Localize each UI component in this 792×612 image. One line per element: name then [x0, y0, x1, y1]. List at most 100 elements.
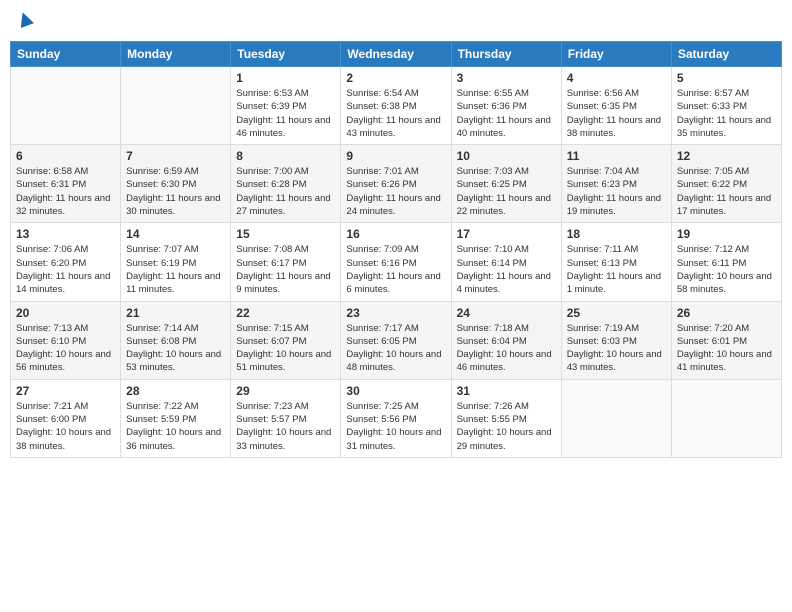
- calendar-cell: 26 Sunrise: 7:20 AM Sunset: 6:01 PM Dayli…: [671, 301, 781, 379]
- calendar-cell: 12 Sunrise: 7:05 AM Sunset: 6:22 PM Dayli…: [671, 145, 781, 223]
- day-number: 26: [677, 306, 776, 320]
- day-number: 25: [567, 306, 666, 320]
- calendar-cell: 8 Sunrise: 7:00 AM Sunset: 6:28 PM Daylig…: [231, 145, 341, 223]
- day-number: 14: [126, 227, 225, 241]
- day-number: 11: [567, 149, 666, 163]
- day-info: Sunrise: 7:11 AM Sunset: 6:13 PM Dayligh…: [567, 243, 666, 296]
- day-info: Sunrise: 7:17 AM Sunset: 6:05 PM Dayligh…: [346, 322, 445, 375]
- day-info: Sunrise: 6:56 AM Sunset: 6:35 PM Dayligh…: [567, 87, 666, 140]
- day-number: 15: [236, 227, 335, 241]
- day-number: 30: [346, 384, 445, 398]
- day-info: Sunrise: 7:10 AM Sunset: 6:14 PM Dayligh…: [457, 243, 556, 296]
- day-number: 16: [346, 227, 445, 241]
- day-number: 1: [236, 71, 335, 85]
- day-number: 28: [126, 384, 225, 398]
- page-header: [10, 10, 782, 33]
- calendar-cell: 15 Sunrise: 7:08 AM Sunset: 6:17 PM Dayli…: [231, 223, 341, 301]
- day-number: 3: [457, 71, 556, 85]
- weekday-header-sunday: Sunday: [11, 42, 121, 67]
- calendar-cell: 18 Sunrise: 7:11 AM Sunset: 6:13 PM Dayli…: [561, 223, 671, 301]
- day-info: Sunrise: 7:03 AM Sunset: 6:25 PM Dayligh…: [457, 165, 556, 218]
- calendar-cell: 22 Sunrise: 7:15 AM Sunset: 6:07 PM Dayli…: [231, 301, 341, 379]
- calendar-cell: 29 Sunrise: 7:23 AM Sunset: 5:57 PM Dayli…: [231, 379, 341, 457]
- calendar-cell: [671, 379, 781, 457]
- calendar-cell: 5 Sunrise: 6:57 AM Sunset: 6:33 PM Daylig…: [671, 67, 781, 145]
- day-number: 5: [677, 71, 776, 85]
- day-number: 6: [16, 149, 115, 163]
- day-info: Sunrise: 7:18 AM Sunset: 6:04 PM Dayligh…: [457, 322, 556, 375]
- day-info: Sunrise: 7:14 AM Sunset: 6:08 PM Dayligh…: [126, 322, 225, 375]
- day-info: Sunrise: 7:01 AM Sunset: 6:26 PM Dayligh…: [346, 165, 445, 218]
- day-number: 20: [16, 306, 115, 320]
- day-number: 4: [567, 71, 666, 85]
- calendar-cell: 7Sunrise: 6:59 AM Sunset: 6:30 PM Daylig…: [121, 145, 231, 223]
- calendar-cell: 20 Sunrise: 7:13 AM Sunset: 6:10 PM Dayli…: [11, 301, 121, 379]
- calendar-cell: 28 Sunrise: 7:22 AM Sunset: 5:59 PM Dayli…: [121, 379, 231, 457]
- day-info: Sunrise: 7:26 AM Sunset: 5:55 PM Dayligh…: [457, 400, 556, 453]
- calendar-cell: 4 Sunrise: 6:56 AM Sunset: 6:35 PM Daylig…: [561, 67, 671, 145]
- day-number: 13: [16, 227, 115, 241]
- weekday-header-wednesday: Wednesday: [341, 42, 451, 67]
- day-number: 17: [457, 227, 556, 241]
- calendar-week-row: 27Sunrise: 7:21 AM Sunset: 6:00 PM Dayli…: [11, 379, 782, 457]
- day-number: 8: [236, 149, 335, 163]
- day-info: Sunrise: 7:15 AM Sunset: 6:07 PM Dayligh…: [236, 322, 335, 375]
- day-info: Sunrise: 6:57 AM Sunset: 6:33 PM Dayligh…: [677, 87, 776, 140]
- calendar-cell: 10 Sunrise: 7:03 AM Sunset: 6:25 PM Dayli…: [451, 145, 561, 223]
- calendar-cell: 3 Sunrise: 6:55 AM Sunset: 6:36 PM Daylig…: [451, 67, 561, 145]
- day-number: 21: [126, 306, 225, 320]
- weekday-header-saturday: Saturday: [671, 42, 781, 67]
- logo: [14, 10, 34, 33]
- calendar-cell: 14 Sunrise: 7:07 AM Sunset: 6:19 PM Dayli…: [121, 223, 231, 301]
- day-info: Sunrise: 7:13 AM Sunset: 6:10 PM Dayligh…: [16, 322, 115, 375]
- day-number: 9: [346, 149, 445, 163]
- day-info: Sunrise: 7:23 AM Sunset: 5:57 PM Dayligh…: [236, 400, 335, 453]
- calendar-table: SundayMondayTuesdayWednesdayThursdayFrid…: [10, 41, 782, 458]
- day-info: Sunrise: 7:05 AM Sunset: 6:22 PM Dayligh…: [677, 165, 776, 218]
- weekday-header-friday: Friday: [561, 42, 671, 67]
- day-info: Sunrise: 7:12 AM Sunset: 6:11 PM Dayligh…: [677, 243, 776, 296]
- day-info: Sunrise: 7:07 AM Sunset: 6:19 PM Dayligh…: [126, 243, 225, 296]
- calendar-cell: 25 Sunrise: 7:19 AM Sunset: 6:03 PM Dayli…: [561, 301, 671, 379]
- day-info: Sunrise: 7:09 AM Sunset: 6:16 PM Dayligh…: [346, 243, 445, 296]
- calendar-cell: 24 Sunrise: 7:18 AM Sunset: 6:04 PM Dayli…: [451, 301, 561, 379]
- day-number: 10: [457, 149, 556, 163]
- calendar-week-row: 6Sunrise: 6:58 AM Sunset: 6:31 PM Daylig…: [11, 145, 782, 223]
- calendar-week-row: 20 Sunrise: 7:13 AM Sunset: 6:10 PM Dayli…: [11, 301, 782, 379]
- calendar-cell: 11 Sunrise: 7:04 AM Sunset: 6:23 PM Dayli…: [561, 145, 671, 223]
- day-number: 7: [126, 149, 225, 163]
- day-number: 19: [677, 227, 776, 241]
- weekday-header-monday: Monday: [121, 42, 231, 67]
- calendar-cell: 1Sunrise: 6:53 AM Sunset: 6:39 PM Daylig…: [231, 67, 341, 145]
- calendar-cell: 13 Sunrise: 7:06 AM Sunset: 6:20 PM Dayli…: [11, 223, 121, 301]
- weekday-header-tuesday: Tuesday: [231, 42, 341, 67]
- calendar-cell: 2Sunrise: 6:54 AM Sunset: 6:38 PM Daylig…: [341, 67, 451, 145]
- day-info: Sunrise: 7:19 AM Sunset: 6:03 PM Dayligh…: [567, 322, 666, 375]
- day-number: 23: [346, 306, 445, 320]
- day-number: 18: [567, 227, 666, 241]
- day-info: Sunrise: 7:22 AM Sunset: 5:59 PM Dayligh…: [126, 400, 225, 453]
- day-info: Sunrise: 7:20 AM Sunset: 6:01 PM Dayligh…: [677, 322, 776, 375]
- day-info: Sunrise: 7:08 AM Sunset: 6:17 PM Dayligh…: [236, 243, 335, 296]
- day-number: 12: [677, 149, 776, 163]
- day-number: 24: [457, 306, 556, 320]
- day-info: Sunrise: 7:25 AM Sunset: 5:56 PM Dayligh…: [346, 400, 445, 453]
- calendar-cell: [561, 379, 671, 457]
- day-info: Sunrise: 7:00 AM Sunset: 6:28 PM Dayligh…: [236, 165, 335, 218]
- calendar-cell: 31Sunrise: 7:26 AM Sunset: 5:55 PM Dayli…: [451, 379, 561, 457]
- calendar-week-row: 13 Sunrise: 7:06 AM Sunset: 6:20 PM Dayli…: [11, 223, 782, 301]
- calendar-cell: 30 Sunrise: 7:25 AM Sunset: 5:56 PM Dayli…: [341, 379, 451, 457]
- calendar-cell: 16 Sunrise: 7:09 AM Sunset: 6:16 PM Dayli…: [341, 223, 451, 301]
- weekday-header-row: SundayMondayTuesdayWednesdayThursdayFrid…: [11, 42, 782, 67]
- calendar-cell: 6Sunrise: 6:58 AM Sunset: 6:31 PM Daylig…: [11, 145, 121, 223]
- calendar-week-row: 1Sunrise: 6:53 AM Sunset: 6:39 PM Daylig…: [11, 67, 782, 145]
- calendar-cell: 17 Sunrise: 7:10 AM Sunset: 6:14 PM Dayli…: [451, 223, 561, 301]
- day-info: Sunrise: 6:55 AM Sunset: 6:36 PM Dayligh…: [457, 87, 556, 140]
- day-info: Sunrise: 7:04 AM Sunset: 6:23 PM Dayligh…: [567, 165, 666, 218]
- day-number: 29: [236, 384, 335, 398]
- calendar-cell: 9 Sunrise: 7:01 AM Sunset: 6:26 PM Daylig…: [341, 145, 451, 223]
- calendar-cell: 21 Sunrise: 7:14 AM Sunset: 6:08 PM Dayli…: [121, 301, 231, 379]
- day-info: Sunrise: 7:06 AM Sunset: 6:20 PM Dayligh…: [16, 243, 115, 296]
- calendar-cell: 19 Sunrise: 7:12 AM Sunset: 6:11 PM Dayli…: [671, 223, 781, 301]
- day-number: 22: [236, 306, 335, 320]
